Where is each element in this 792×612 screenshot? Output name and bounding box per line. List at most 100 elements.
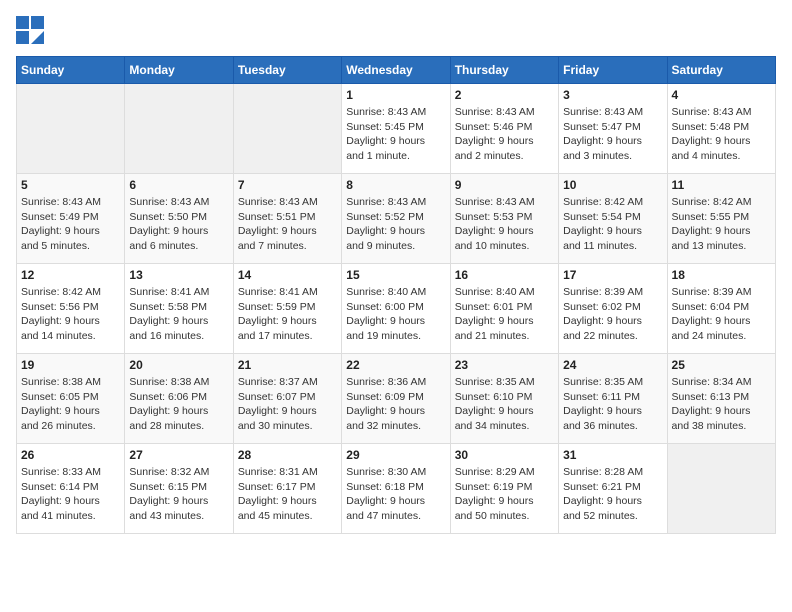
day-info: Sunrise: 8:43 AMSunset: 5:53 PMDaylight:… xyxy=(455,195,554,254)
calendar-cell: 6Sunrise: 8:43 AMSunset: 5:50 PMDaylight… xyxy=(125,174,233,264)
calendar-cell xyxy=(17,84,125,174)
calendar-cell: 19 Sunrise: 8:38 AMSunset: 6:05 PMDayligh… xyxy=(17,354,125,444)
day-info: Sunrise: 8:43 AMSunset: 5:46 PMDaylight:… xyxy=(455,105,554,164)
day-info: Sunrise: 8:35 AMSunset: 6:10 PMDaylight:… xyxy=(455,375,554,434)
day-number: 8 xyxy=(346,178,445,192)
logo xyxy=(16,16,48,44)
day-info: Sunrise: 8:37 AMSunset: 6:07 PMDaylight:… xyxy=(238,375,337,434)
day-info: Sunrise: 8:36 AMSunset: 6:09 PMDaylight:… xyxy=(346,375,445,434)
day-number: 9 xyxy=(455,178,554,192)
calendar-cell: 15 Sunrise: 8:40 AMSunset: 6:00 PMDayligh… xyxy=(342,264,450,354)
day-info: Sunrise: 8:42 AMSunset: 5:56 PMDaylight:… xyxy=(21,285,120,344)
day-info: Sunrise: 8:43 AMSunset: 5:48 PMDaylight:… xyxy=(672,105,771,164)
day-info: Sunrise: 8:43 AMSunset: 5:51 PMDaylight:… xyxy=(238,195,337,254)
day-number: 28 xyxy=(238,448,337,462)
calendar-cell: 3 Sunrise: 8:43 AMSunset: 5:47 PMDaylight… xyxy=(559,84,667,174)
day-number: 19 xyxy=(21,358,120,372)
calendar-cell: 28 Sunrise: 8:31 AMSunset: 6:17 PMDayligh… xyxy=(233,444,341,534)
weekday-header-row: SundayMondayTuesdayWednesdayThursdayFrid… xyxy=(17,57,776,84)
calendar-cell: 8 Sunrise: 8:43 AMSunset: 5:52 PMDaylight… xyxy=(342,174,450,264)
day-number: 25 xyxy=(672,358,771,372)
calendar-week-row: 12 Sunrise: 8:42 AMSunset: 5:56 PMDayligh… xyxy=(17,264,776,354)
day-number: 16 xyxy=(455,268,554,282)
day-info: Sunrise: 8:38 AMSunset: 6:05 PMDaylight:… xyxy=(21,375,120,434)
calendar-cell: 21 Sunrise: 8:37 AMSunset: 6:07 PMDayligh… xyxy=(233,354,341,444)
day-number: 30 xyxy=(455,448,554,462)
day-number: 27 xyxy=(129,448,228,462)
day-number: 20 xyxy=(129,358,228,372)
day-info: Sunrise: 8:42 AMSunset: 5:54 PMDaylight:… xyxy=(563,195,662,254)
day-number: 13 xyxy=(129,268,228,282)
day-info: Sunrise: 8:43 AMSunset: 5:47 PMDaylight:… xyxy=(563,105,662,164)
day-info: Sunrise: 8:40 AMSunset: 6:00 PMDaylight:… xyxy=(346,285,445,344)
logo-icon xyxy=(16,16,44,44)
day-info: Sunrise: 8:31 AMSunset: 6:17 PMDaylight:… xyxy=(238,465,337,524)
day-number: 14 xyxy=(238,268,337,282)
calendar-cell: 17Sunrise: 8:39 AMSunset: 6:02 PMDayligh… xyxy=(559,264,667,354)
calendar-cell: 1Sunrise: 8:43 AMSunset: 5:45 PMDaylight… xyxy=(342,84,450,174)
weekday-header: Tuesday xyxy=(233,57,341,84)
day-number: 31 xyxy=(563,448,662,462)
calendar-header: SundayMondayTuesdayWednesdayThursdayFrid… xyxy=(17,57,776,84)
day-number: 12 xyxy=(21,268,120,282)
day-number: 6 xyxy=(129,178,228,192)
day-info: Sunrise: 8:33 AMSunset: 6:14 PMDaylight:… xyxy=(21,465,120,524)
day-number: 5 xyxy=(21,178,120,192)
day-number: 23 xyxy=(455,358,554,372)
header xyxy=(16,16,776,44)
calendar-cell: 18 Sunrise: 8:39 AMSunset: 6:04 PMDayligh… xyxy=(667,264,775,354)
day-number: 21 xyxy=(238,358,337,372)
day-info: Sunrise: 8:28 AMSunset: 6:21 PMDaylight:… xyxy=(563,465,662,524)
day-info: Sunrise: 8:32 AMSunset: 6:15 PMDaylight:… xyxy=(129,465,228,524)
weekday-header: Thursday xyxy=(450,57,558,84)
day-info: Sunrise: 8:34 AMSunset: 6:13 PMDaylight:… xyxy=(672,375,771,434)
weekday-header: Monday xyxy=(125,57,233,84)
calendar-cell: 10Sunrise: 8:42 AMSunset: 5:54 PMDayligh… xyxy=(559,174,667,264)
calendar-cell: 12 Sunrise: 8:42 AMSunset: 5:56 PMDayligh… xyxy=(17,264,125,354)
calendar-cell: 24 Sunrise: 8:35 AMSunset: 6:11 PMDayligh… xyxy=(559,354,667,444)
day-info: Sunrise: 8:39 AMSunset: 6:02 PMDaylight:… xyxy=(563,285,662,344)
calendar-cell: 26 Sunrise: 8:33 AMSunset: 6:14 PMDayligh… xyxy=(17,444,125,534)
calendar-cell xyxy=(667,444,775,534)
calendar-cell: 22Sunrise: 8:36 AMSunset: 6:09 PMDayligh… xyxy=(342,354,450,444)
calendar-cell: 29 Sunrise: 8:30 AMSunset: 6:18 PMDayligh… xyxy=(342,444,450,534)
calendar-week-row: 26 Sunrise: 8:33 AMSunset: 6:14 PMDayligh… xyxy=(17,444,776,534)
day-info: Sunrise: 8:29 AMSunset: 6:19 PMDaylight:… xyxy=(455,465,554,524)
calendar-cell: 2 Sunrise: 8:43 AMSunset: 5:46 PMDaylight… xyxy=(450,84,558,174)
day-info: Sunrise: 8:41 AMSunset: 5:59 PMDaylight:… xyxy=(238,285,337,344)
day-number: 2 xyxy=(455,88,554,102)
calendar-cell: 25 Sunrise: 8:34 AMSunset: 6:13 PMDayligh… xyxy=(667,354,775,444)
day-number: 18 xyxy=(672,268,771,282)
calendar-week-row: 19 Sunrise: 8:38 AMSunset: 6:05 PMDayligh… xyxy=(17,354,776,444)
calendar-body: 1Sunrise: 8:43 AMSunset: 5:45 PMDaylight… xyxy=(17,84,776,534)
day-info: Sunrise: 8:35 AMSunset: 6:11 PMDaylight:… xyxy=(563,375,662,434)
calendar-table: SundayMondayTuesdayWednesdayThursdayFrid… xyxy=(16,56,776,534)
calendar-cell: 13Sunrise: 8:41 AMSunset: 5:58 PMDayligh… xyxy=(125,264,233,354)
weekday-header: Saturday xyxy=(667,57,775,84)
day-number: 26 xyxy=(21,448,120,462)
calendar-cell: 4Sunrise: 8:43 AMSunset: 5:48 PMDaylight… xyxy=(667,84,775,174)
weekday-header: Sunday xyxy=(17,57,125,84)
day-number: 11 xyxy=(672,178,771,192)
calendar-cell xyxy=(125,84,233,174)
calendar-cell: 5 Sunrise: 8:43 AMSunset: 5:49 PMDaylight… xyxy=(17,174,125,264)
day-number: 29 xyxy=(346,448,445,462)
calendar-cell: 11 Sunrise: 8:42 AMSunset: 5:55 PMDayligh… xyxy=(667,174,775,264)
day-number: 15 xyxy=(346,268,445,282)
day-number: 3 xyxy=(563,88,662,102)
calendar-week-row: 1Sunrise: 8:43 AMSunset: 5:45 PMDaylight… xyxy=(17,84,776,174)
weekday-header: Wednesday xyxy=(342,57,450,84)
day-info: Sunrise: 8:43 AMSunset: 5:49 PMDaylight:… xyxy=(21,195,120,254)
day-info: Sunrise: 8:43 AMSunset: 5:52 PMDaylight:… xyxy=(346,195,445,254)
calendar-cell: 31 Sunrise: 8:28 AMSunset: 6:21 PMDayligh… xyxy=(559,444,667,534)
calendar-cell: 30 Sunrise: 8:29 AMSunset: 6:19 PMDayligh… xyxy=(450,444,558,534)
day-number: 24 xyxy=(563,358,662,372)
day-info: Sunrise: 8:42 AMSunset: 5:55 PMDaylight:… xyxy=(672,195,771,254)
day-info: Sunrise: 8:30 AMSunset: 6:18 PMDaylight:… xyxy=(346,465,445,524)
calendar-cell xyxy=(233,84,341,174)
calendar-cell: 23 Sunrise: 8:35 AMSunset: 6:10 PMDayligh… xyxy=(450,354,558,444)
day-info: Sunrise: 8:43 AMSunset: 5:45 PMDaylight:… xyxy=(346,105,445,164)
day-info: Sunrise: 8:39 AMSunset: 6:04 PMDaylight:… xyxy=(672,285,771,344)
day-info: Sunrise: 8:40 AMSunset: 6:01 PMDaylight:… xyxy=(455,285,554,344)
weekday-header: Friday xyxy=(559,57,667,84)
